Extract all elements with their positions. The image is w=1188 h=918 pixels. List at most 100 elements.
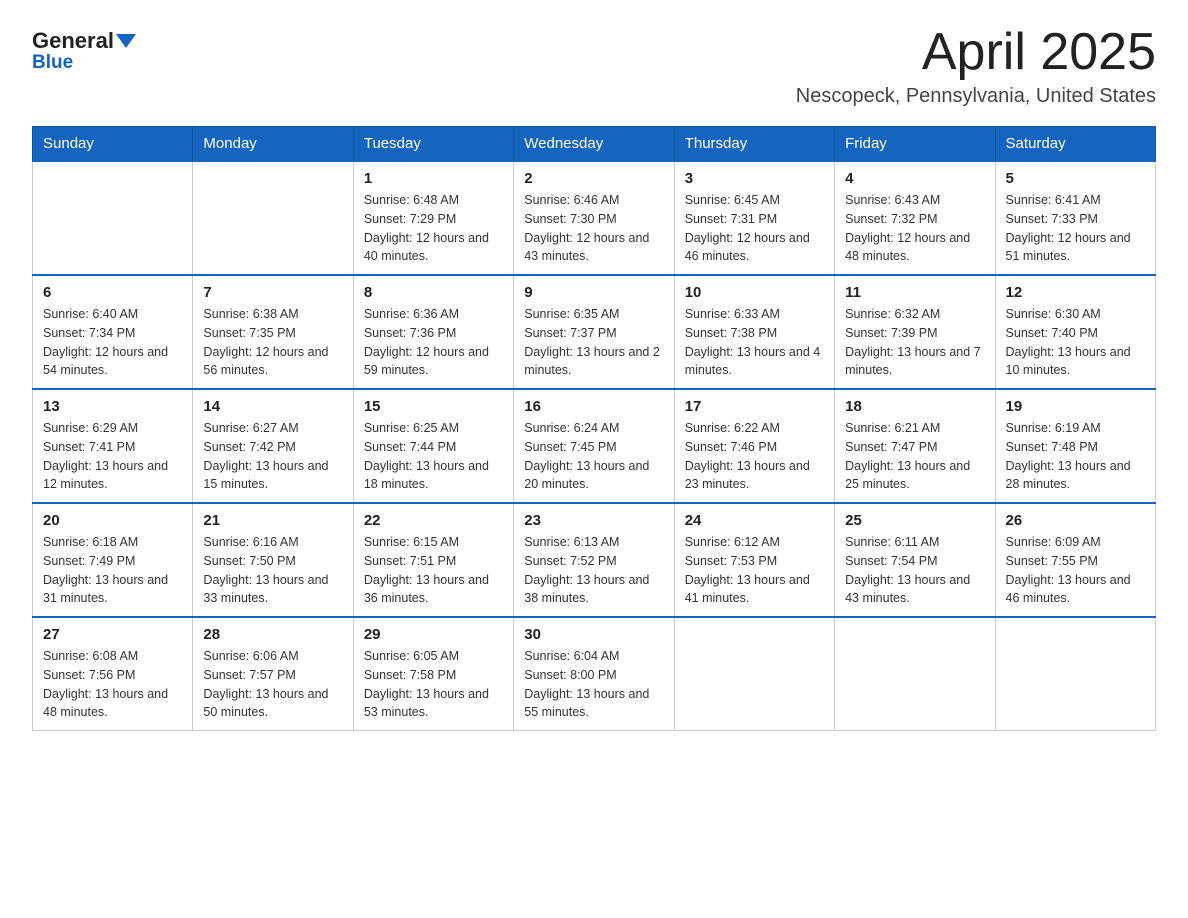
- weekday-header-saturday: Saturday: [995, 127, 1155, 162]
- calendar-cell: 30Sunrise: 6:04 AMSunset: 8:00 PMDayligh…: [514, 617, 674, 731]
- calendar-cell: 8 Sunrise: 6:36 AMSunset: 7:36 PMDaylight…: [353, 275, 513, 389]
- day-number: 18: [845, 398, 984, 415]
- calendar-cell: 19 Sunrise: 6:19 AMSunset: 7:48 PMDayligh…: [995, 389, 1155, 503]
- day-info: Sunrise: 6:35 AMSunset: 7:37 PMDaylight:…: [524, 305, 663, 380]
- day-number: 10: [685, 284, 824, 301]
- calendar-cell: 11 Sunrise: 6:32 AMSunset: 7:39 PMDayligh…: [835, 275, 995, 389]
- weekday-header-monday: Monday: [193, 127, 353, 162]
- location-subtitle: Nescopeck, Pennsylvania, United States: [796, 85, 1156, 108]
- day-info: Sunrise: 6:06 AMSunset: 7:57 PMDaylight:…: [203, 647, 342, 722]
- day-number: 13: [43, 398, 182, 415]
- day-info: Sunrise: 6:38 AMSunset: 7:35 PMDaylight:…: [203, 305, 342, 380]
- calendar-cell: 22Sunrise: 6:15 AMSunset: 7:51 PMDayligh…: [353, 503, 513, 617]
- day-info: Sunrise: 6:30 AMSunset: 7:40 PMDaylight:…: [1006, 305, 1145, 380]
- day-info: Sunrise: 6:22 AMSunset: 7:46 PMDaylight:…: [685, 419, 824, 494]
- day-info: Sunrise: 6:46 AMSunset: 7:30 PMDaylight:…: [524, 191, 663, 266]
- week-row-3: 13 Sunrise: 6:29 AMSunset: 7:41 PMDayligh…: [33, 389, 1156, 503]
- day-info: Sunrise: 6:09 AMSunset: 7:55 PMDaylight:…: [1006, 533, 1145, 608]
- calendar-cell: [33, 161, 193, 275]
- day-number: 28: [203, 626, 342, 643]
- day-info: Sunrise: 6:11 AMSunset: 7:54 PMDaylight:…: [845, 533, 984, 608]
- weekday-header-friday: Friday: [835, 127, 995, 162]
- day-info: Sunrise: 6:32 AMSunset: 7:39 PMDaylight:…: [845, 305, 984, 380]
- day-info: Sunrise: 6:13 AMSunset: 7:52 PMDaylight:…: [524, 533, 663, 608]
- title-area: April 2025 Nescopeck, Pennsylvania, Unit…: [796, 24, 1156, 108]
- day-number: 22: [364, 512, 503, 529]
- day-number: 20: [43, 512, 182, 529]
- calendar-cell: 16 Sunrise: 6:24 AMSunset: 7:45 PMDayligh…: [514, 389, 674, 503]
- day-number: 15: [364, 398, 503, 415]
- day-number: 11: [845, 284, 984, 301]
- day-info: Sunrise: 6:48 AMSunset: 7:29 PMDaylight:…: [364, 191, 503, 266]
- logo-text: General: [32, 28, 136, 54]
- day-number: 9: [524, 284, 663, 301]
- calendar-table: SundayMondayTuesdayWednesdayThursdayFrid…: [32, 126, 1156, 731]
- week-row-4: 20 Sunrise: 6:18 AMSunset: 7:49 PMDayligh…: [33, 503, 1156, 617]
- day-number: 7: [203, 284, 342, 301]
- day-info: Sunrise: 6:29 AMSunset: 7:41 PMDaylight:…: [43, 419, 182, 494]
- week-row-2: 6Sunrise: 6:40 AMSunset: 7:34 PMDaylight…: [33, 275, 1156, 389]
- day-number: 21: [203, 512, 342, 529]
- day-number: 3: [685, 170, 824, 187]
- day-info: Sunrise: 6:24 AMSunset: 7:45 PMDaylight:…: [524, 419, 663, 494]
- calendar-cell: [835, 617, 995, 731]
- day-info: Sunrise: 6:16 AMSunset: 7:50 PMDaylight:…: [203, 533, 342, 608]
- calendar-cell: 14 Sunrise: 6:27 AMSunset: 7:42 PMDayligh…: [193, 389, 353, 503]
- day-number: 8: [364, 284, 503, 301]
- calendar-cell: 3Sunrise: 6:45 AMSunset: 7:31 PMDaylight…: [674, 161, 834, 275]
- day-number: 16: [524, 398, 663, 415]
- week-row-5: 27 Sunrise: 6:08 AMSunset: 7:56 PMDayligh…: [33, 617, 1156, 731]
- day-number: 2: [524, 170, 663, 187]
- calendar-cell: 26 Sunrise: 6:09 AMSunset: 7:55 PMDayligh…: [995, 503, 1155, 617]
- calendar-cell: 28 Sunrise: 6:06 AMSunset: 7:57 PMDayligh…: [193, 617, 353, 731]
- day-info: Sunrise: 6:05 AMSunset: 7:58 PMDaylight:…: [364, 647, 503, 722]
- day-number: 27: [43, 626, 182, 643]
- day-info: Sunrise: 6:18 AMSunset: 7:49 PMDaylight:…: [43, 533, 182, 608]
- calendar-cell: 5Sunrise: 6:41 AMSunset: 7:33 PMDaylight…: [995, 161, 1155, 275]
- calendar-cell: 13 Sunrise: 6:29 AMSunset: 7:41 PMDayligh…: [33, 389, 193, 503]
- calendar-cell: [193, 161, 353, 275]
- day-info: Sunrise: 6:36 AMSunset: 7:36 PMDaylight:…: [364, 305, 503, 380]
- day-info: Sunrise: 6:12 AMSunset: 7:53 PMDaylight:…: [685, 533, 824, 608]
- day-info: Sunrise: 6:41 AMSunset: 7:33 PMDaylight:…: [1006, 191, 1145, 266]
- weekday-header-wednesday: Wednesday: [514, 127, 674, 162]
- day-info: Sunrise: 6:25 AMSunset: 7:44 PMDaylight:…: [364, 419, 503, 494]
- day-info: Sunrise: 6:27 AMSunset: 7:42 PMDaylight:…: [203, 419, 342, 494]
- calendar-cell: 15 Sunrise: 6:25 AMSunset: 7:44 PMDayligh…: [353, 389, 513, 503]
- calendar-cell: 9 Sunrise: 6:35 AMSunset: 7:37 PMDaylight…: [514, 275, 674, 389]
- logo: General Blue: [32, 24, 136, 74]
- calendar-cell: 1 Sunrise: 6:48 AMSunset: 7:29 PMDaylight…: [353, 161, 513, 275]
- day-number: 17: [685, 398, 824, 415]
- day-number: 29: [364, 626, 503, 643]
- logo-arrow-icon: [116, 34, 136, 48]
- weekday-header-tuesday: Tuesday: [353, 127, 513, 162]
- calendar-cell: 2 Sunrise: 6:46 AMSunset: 7:30 PMDaylight…: [514, 161, 674, 275]
- day-info: Sunrise: 6:21 AMSunset: 7:47 PMDaylight:…: [845, 419, 984, 494]
- calendar-cell: 4 Sunrise: 6:43 AMSunset: 7:32 PMDaylight…: [835, 161, 995, 275]
- logo-blue: Blue: [32, 52, 73, 74]
- day-number: 19: [1006, 398, 1145, 415]
- day-info: Sunrise: 6:43 AMSunset: 7:32 PMDaylight:…: [845, 191, 984, 266]
- calendar-cell: 7 Sunrise: 6:38 AMSunset: 7:35 PMDaylight…: [193, 275, 353, 389]
- calendar-cell: 12 Sunrise: 6:30 AMSunset: 7:40 PMDayligh…: [995, 275, 1155, 389]
- calendar-cell: 18 Sunrise: 6:21 AMSunset: 7:47 PMDayligh…: [835, 389, 995, 503]
- day-info: Sunrise: 6:08 AMSunset: 7:56 PMDaylight:…: [43, 647, 182, 722]
- day-number: 14: [203, 398, 342, 415]
- day-number: 4: [845, 170, 984, 187]
- page-header: General Blue April 2025 Nescopeck, Penns…: [32, 24, 1156, 108]
- day-number: 23: [524, 512, 663, 529]
- logo-general: General: [32, 28, 114, 54]
- calendar-cell: 27 Sunrise: 6:08 AMSunset: 7:56 PMDayligh…: [33, 617, 193, 731]
- weekday-header-thursday: Thursday: [674, 127, 834, 162]
- weekday-header-row: SundayMondayTuesdayWednesdayThursdayFrid…: [33, 127, 1156, 162]
- calendar-cell: 23 Sunrise: 6:13 AMSunset: 7:52 PMDayligh…: [514, 503, 674, 617]
- day-number: 26: [1006, 512, 1145, 529]
- day-number: 25: [845, 512, 984, 529]
- day-info: Sunrise: 6:04 AMSunset: 8:00 PMDaylight:…: [524, 647, 663, 722]
- day-number: 1: [364, 170, 503, 187]
- calendar-cell: 24Sunrise: 6:12 AMSunset: 7:53 PMDayligh…: [674, 503, 834, 617]
- calendar-cell: 10Sunrise: 6:33 AMSunset: 7:38 PMDayligh…: [674, 275, 834, 389]
- day-number: 12: [1006, 284, 1145, 301]
- calendar-cell: 20 Sunrise: 6:18 AMSunset: 7:49 PMDayligh…: [33, 503, 193, 617]
- day-info: Sunrise: 6:19 AMSunset: 7:48 PMDaylight:…: [1006, 419, 1145, 494]
